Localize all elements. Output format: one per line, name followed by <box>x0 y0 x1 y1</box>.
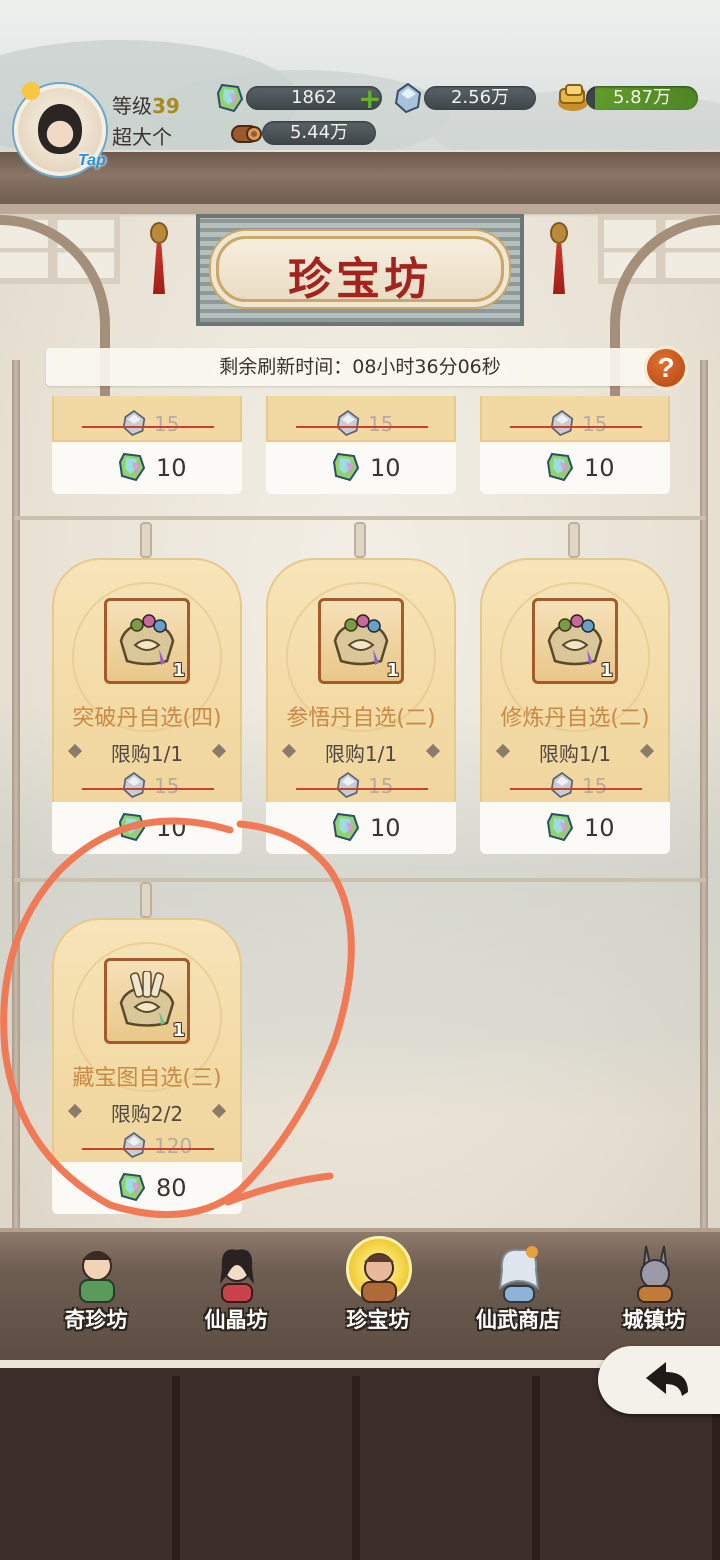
hanging-rope <box>14 516 706 520</box>
price-tag[interactable]: 10 <box>266 802 456 854</box>
silver-gem-icon <box>122 410 146 436</box>
shop-card[interactable]: 1 修炼丹自选(二) 限购1/1 15 10 <box>480 522 670 854</box>
purchase-limit: 限购1/1 <box>110 742 184 766</box>
price-tag: 10 <box>52 442 242 494</box>
treasure-chest-icon <box>333 614 389 666</box>
silver-gem-icon <box>122 772 146 798</box>
maiden-avatar-icon <box>220 1249 254 1303</box>
jade-gem-icon <box>546 452 574 482</box>
back-button[interactable] <box>598 1346 720 1414</box>
gold-ingot-counter: 5.87万 <box>586 86 698 110</box>
hanging-rope <box>14 878 706 882</box>
original-price: 15 <box>266 772 456 802</box>
item-icon[interactable]: 1 <box>104 958 190 1044</box>
price-tag: 10 <box>266 442 456 494</box>
silver-gem-icon <box>336 410 360 436</box>
wood-icon <box>228 118 262 148</box>
item-name: 修炼丹自选(二) <box>500 706 650 731</box>
item-icon[interactable]: 1 <box>532 598 618 684</box>
silver-gem-icon <box>550 410 574 436</box>
lantern-right <box>550 222 568 294</box>
tab-xianjingfang[interactable]: 仙晶坊 <box>176 1236 296 1346</box>
original-price: 15 <box>480 772 670 802</box>
gold-ingot-icon <box>556 81 590 111</box>
item-name: 藏宝图自选(三) <box>72 1066 222 1091</box>
jade-gem-icon <box>118 812 146 842</box>
shop-card[interactable]: 1 藏宝图自选(三) 限购2/2 120 80 <box>52 882 242 1214</box>
wood-counter: 5.44万 <box>262 121 376 145</box>
purchase-limit: 限购2/2 <box>110 1102 184 1126</box>
item-icon[interactable]: 1 <box>318 598 404 684</box>
wood-beam <box>0 152 720 210</box>
jade-gem-icon <box>546 812 574 842</box>
page-title: 珍宝坊 <box>288 254 432 305</box>
purchase-limit: 限购1/1 <box>324 742 398 766</box>
original-price: 120 <box>52 1132 242 1162</box>
donkey-avatar-icon <box>637 1245 673 1303</box>
silver-gem-icon <box>122 1132 146 1158</box>
price-tag[interactable]: 80 <box>52 1162 242 1214</box>
shopkeeper-avatar-icon <box>361 1253 397 1303</box>
help-icon[interactable]: ? <box>644 346 688 390</box>
sage-avatar-icon <box>498 1246 540 1303</box>
plus-icon[interactable]: + <box>358 85 381 113</box>
jade-gem-icon <box>118 1172 146 1202</box>
shop-card[interactable]: 1 突破丹自选(四) 限购1/1 15 10 <box>52 522 242 854</box>
price-tag: 10 <box>480 442 670 494</box>
tab-zhenbaofang[interactable]: 珍宝坊 <box>318 1236 438 1346</box>
player-nickname: 超大个 <box>112 125 172 149</box>
item-icon[interactable]: 1 <box>104 598 190 684</box>
title-plaque: 珍宝坊 <box>216 236 504 305</box>
silver-gem-icon <box>336 772 360 798</box>
shop-card-partial[interactable]: 15 10 <box>480 396 670 496</box>
merchant-avatar-icon <box>79 1251 115 1303</box>
jade-gem-icon <box>118 452 146 482</box>
original-price: 15 <box>266 408 456 438</box>
lantern-left <box>150 222 168 294</box>
tab-chengzhenfang[interactable]: 城镇坊 <box>594 1236 714 1346</box>
treasure-chest-icon <box>119 614 175 666</box>
shop-card-partial[interactable]: 15 10 <box>52 396 242 496</box>
tab-xianwu-store[interactable]: 仙武商店 <box>458 1236 578 1346</box>
tab-qizhenfang[interactable]: 奇珍坊 <box>36 1236 156 1346</box>
sun-icon <box>22 82 40 100</box>
jade-gem-icon <box>332 452 360 482</box>
item-name: 参悟丹自选(二) <box>286 706 436 731</box>
refresh-timer: 剩余刷新时间：08小时36分06秒 <box>46 348 674 386</box>
original-price: 15 <box>480 408 670 438</box>
item-name: 突破丹自选(四) <box>72 706 222 731</box>
original-price: 15 <box>52 772 242 802</box>
jade-gem-icon <box>216 83 244 113</box>
silver-gem-icon <box>394 82 422 114</box>
price-tag[interactable]: 10 <box>480 802 670 854</box>
tap-badge: Tap <box>78 152 106 169</box>
treasure-chest-icon <box>547 614 603 666</box>
shop-card-partial[interactable]: 15 10 <box>266 396 456 496</box>
silver-gem-icon <box>550 772 574 798</box>
purchase-limit: 限购1/1 <box>538 742 612 766</box>
original-price: 15 <box>52 408 242 438</box>
player-level: 等级39 <box>112 94 180 118</box>
shop-card[interactable]: 1 参悟丹自选(二) 限购1/1 15 10 <box>266 522 456 854</box>
back-arrow-icon <box>646 1362 688 1396</box>
jade-gem-icon <box>332 812 360 842</box>
price-tag[interactable]: 10 <box>52 802 242 854</box>
scroll-chest-icon <box>119 971 175 1027</box>
silver-crystal-counter: 2.56万 <box>424 86 536 110</box>
